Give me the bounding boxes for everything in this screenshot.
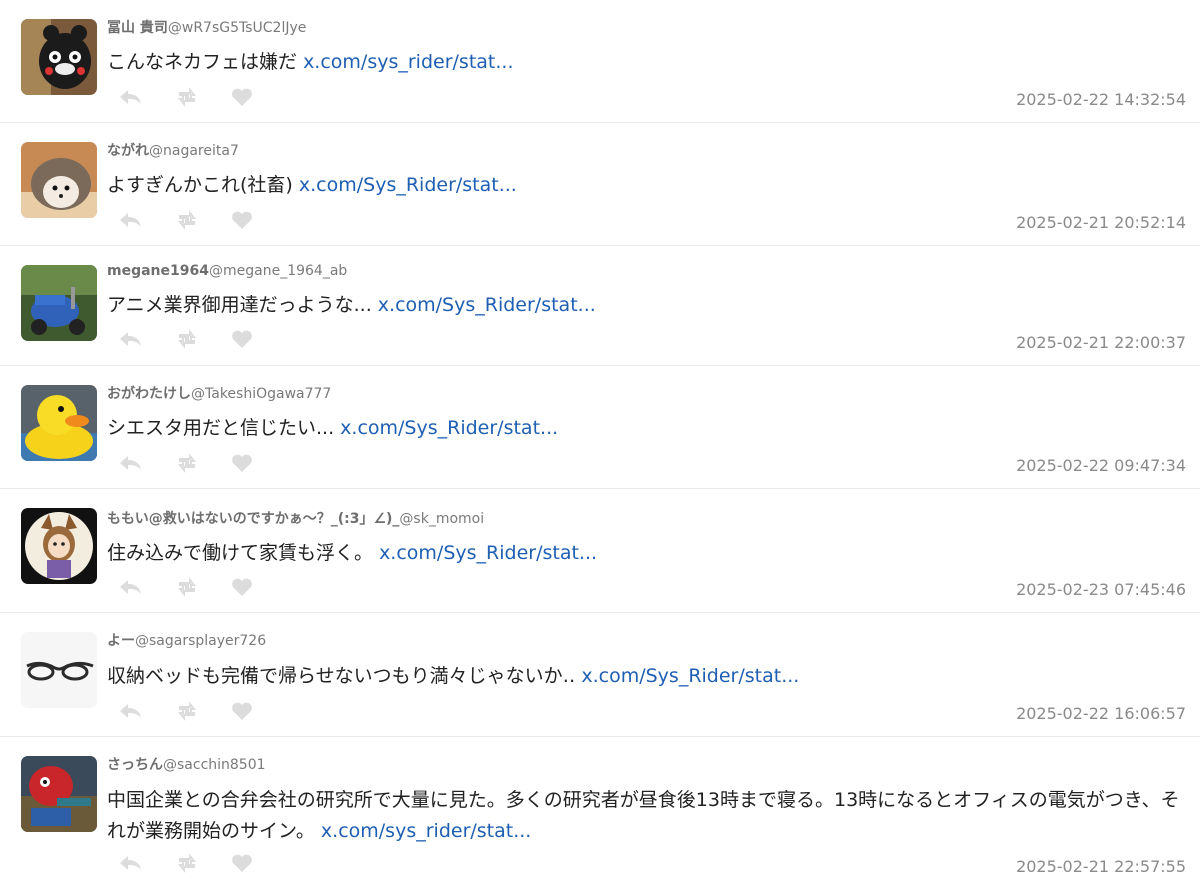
user-handle[interactable]: @nagareita7	[149, 143, 239, 159]
red-mascot-avatar[interactable]	[21, 756, 97, 832]
reply-icon[interactable]	[118, 210, 174, 230]
like-icon[interactable]	[230, 853, 286, 873]
user-handle[interactable]: @megane_1964_ab	[209, 263, 347, 279]
tweet-link[interactable]: x.com/Sys_Rider/stat...	[340, 417, 558, 439]
tweet-header: megane1964@megane_1964_ab	[107, 263, 347, 279]
tweet-item: 冨山 貴司@wR7sG5TsUC2lJye こんなネカフェは嫌だ x.com/s…	[0, 0, 1200, 123]
tweet-timestamp[interactable]: 2025-02-23 07:45:46	[1016, 580, 1186, 599]
tweet-body: アニメ業界御用達だっような...	[107, 294, 372, 316]
user-name[interactable]: 冨山 貴司	[107, 20, 168, 36]
tweet-link[interactable]: x.com/sys_rider/stat...	[321, 820, 531, 842]
tweet-item: megane1964@megane_1964_ab アニメ業界御用達だっような.…	[0, 246, 1200, 366]
tweet-header: おがわたけし@TakeshiOgawa777	[107, 383, 331, 403]
user-handle[interactable]: @sacchin8501	[163, 757, 266, 773]
tweet-item: おがわたけし@TakeshiOgawa777 シエスタ用だと信じたい... x.…	[0, 366, 1200, 489]
tweet-header: さっちん@sacchin8501	[107, 754, 266, 774]
tweet-body: よすぎんかこれ(社畜)	[107, 174, 293, 196]
tweet-actions	[118, 701, 286, 721]
retweet-icon[interactable]	[174, 329, 230, 349]
tweet-actions	[118, 210, 286, 230]
tweet-item: さっちん@sacchin8501 中国企業との合弁会社の研究所で大量に見た。多く…	[0, 737, 1200, 887]
tweet-text: 中国企業との合弁会社の研究所で大量に見た。多くの研究者が昼食後13時まで寝る。1…	[107, 785, 1186, 847]
tweet-actions	[118, 453, 286, 473]
tweet-item: よー@sagarsplayer726 収納ベッドも完備で帰らせないつもり満々じゃ…	[0, 613, 1200, 737]
tweet-timestamp[interactable]: 2025-02-21 22:57:55	[1016, 857, 1186, 876]
reply-icon[interactable]	[118, 577, 174, 597]
tweet-text: こんなネカフェは嫌だ x.com/sys_rider/stat...	[107, 47, 1186, 78]
tweet-text: 収納ベッドも完備で帰らせないつもり満々じゃないか‥ x.com/Sys_Ride…	[107, 661, 1186, 692]
tweet-timestamp[interactable]: 2025-02-22 09:47:34	[1016, 456, 1186, 475]
user-name[interactable]: よー	[107, 633, 135, 649]
user-name[interactable]: さっちん	[107, 757, 163, 773]
tweet-header: よー@sagarsplayer726	[107, 630, 266, 650]
kumamon-avatar[interactable]	[21, 19, 97, 95]
tweet-item: ながれ@nagareita7 よすぎんかこれ(社畜) x.com/Sys_Rid…	[0, 123, 1200, 246]
reply-icon[interactable]	[118, 453, 174, 473]
reply-icon[interactable]	[118, 853, 174, 873]
tweet-body: 住み込みで働けて家賃も浮く。	[107, 542, 374, 564]
tweet-feed: 冨山 貴司@wR7sG5TsUC2lJye こんなネカフェは嫌だ x.com/s…	[0, 0, 1200, 887]
anime-girl-avatar[interactable]	[21, 508, 97, 584]
retweet-icon[interactable]	[174, 87, 230, 107]
reply-icon[interactable]	[118, 329, 174, 349]
tweet-text: アニメ業界御用達だっような... x.com/Sys_Rider/stat...	[107, 290, 1186, 321]
like-icon[interactable]	[230, 87, 286, 107]
tweet-body: 収納ベッドも完備で帰らせないつもり満々じゃないか‥	[107, 665, 576, 687]
tweet-body: 中国企業との合弁会社の研究所で大量に見た。多くの研究者が昼食後13時まで寝る。1…	[107, 789, 1180, 842]
duck-avatar[interactable]	[21, 385, 97, 461]
like-icon[interactable]	[230, 453, 286, 473]
tweet-body: シエスタ用だと信じたい...	[107, 417, 335, 439]
tweet-link[interactable]: x.com/Sys_Rider/stat...	[581, 665, 799, 687]
tweet-text: よすぎんかこれ(社畜) x.com/Sys_Rider/stat...	[107, 170, 1186, 201]
tweet-timestamp[interactable]: 2025-02-21 22:00:37	[1016, 333, 1186, 352]
tweet-text: 住み込みで働けて家賃も浮く。 x.com/Sys_Rider/stat...	[107, 538, 1186, 569]
scooter-avatar[interactable]	[21, 265, 97, 341]
tweet-header: ももい@救いはないのですかぁ～？_(:3」∠)_@sk_momoi	[107, 508, 484, 528]
tweet-timestamp[interactable]: 2025-02-22 16:06:57	[1016, 704, 1186, 723]
user-handle[interactable]: @TakeshiOgawa777	[191, 386, 331, 402]
tweet-header: 冨山 貴司@wR7sG5TsUC2lJye	[107, 17, 306, 37]
reply-icon[interactable]	[118, 701, 174, 721]
tweet-timestamp[interactable]: 2025-02-22 14:32:54	[1016, 90, 1186, 109]
user-name[interactable]: ももい@救いはないのですかぁ～？_(:3」∠)_	[107, 511, 399, 527]
tweet-actions	[118, 87, 286, 107]
like-icon[interactable]	[230, 701, 286, 721]
retweet-icon[interactable]	[174, 853, 230, 873]
tweet-actions	[118, 853, 286, 873]
user-name[interactable]: ながれ	[107, 143, 149, 159]
like-icon[interactable]	[230, 210, 286, 230]
retweet-icon[interactable]	[174, 453, 230, 473]
user-handle[interactable]: @sk_momoi	[399, 511, 484, 527]
tweet-actions	[118, 329, 286, 349]
tweet-body: こんなネカフェは嫌だ	[107, 51, 298, 73]
retweet-icon[interactable]	[174, 701, 230, 721]
like-icon[interactable]	[230, 577, 286, 597]
tweet-actions	[118, 577, 286, 597]
user-handle[interactable]: @sagarsplayer726	[135, 633, 266, 649]
user-name[interactable]: megane1964	[107, 263, 209, 279]
user-handle[interactable]: @wR7sG5TsUC2lJye	[168, 20, 307, 36]
retweet-icon[interactable]	[174, 210, 230, 230]
tweet-item: ももい@救いはないのですかぁ～？_(:3」∠)_@sk_momoi 住み込みで働…	[0, 489, 1200, 613]
tweet-link[interactable]: x.com/sys_rider/stat...	[303, 51, 513, 73]
reply-icon[interactable]	[118, 87, 174, 107]
like-icon[interactable]	[230, 329, 286, 349]
tweet-header: ながれ@nagareita7	[107, 140, 239, 160]
tweet-text: シエスタ用だと信じたい... x.com/Sys_Rider/stat...	[107, 413, 1186, 444]
tweet-timestamp[interactable]: 2025-02-21 20:52:14	[1016, 213, 1186, 232]
hedgehog-avatar[interactable]	[21, 142, 97, 218]
user-name[interactable]: おがわたけし	[107, 386, 191, 402]
tweet-link[interactable]: x.com/Sys_Rider/stat...	[379, 542, 597, 564]
glasses-avatar[interactable]	[21, 632, 97, 708]
tweet-link[interactable]: x.com/Sys_Rider/stat...	[299, 174, 517, 196]
tweet-link[interactable]: x.com/Sys_Rider/stat...	[378, 294, 596, 316]
retweet-icon[interactable]	[174, 577, 230, 597]
